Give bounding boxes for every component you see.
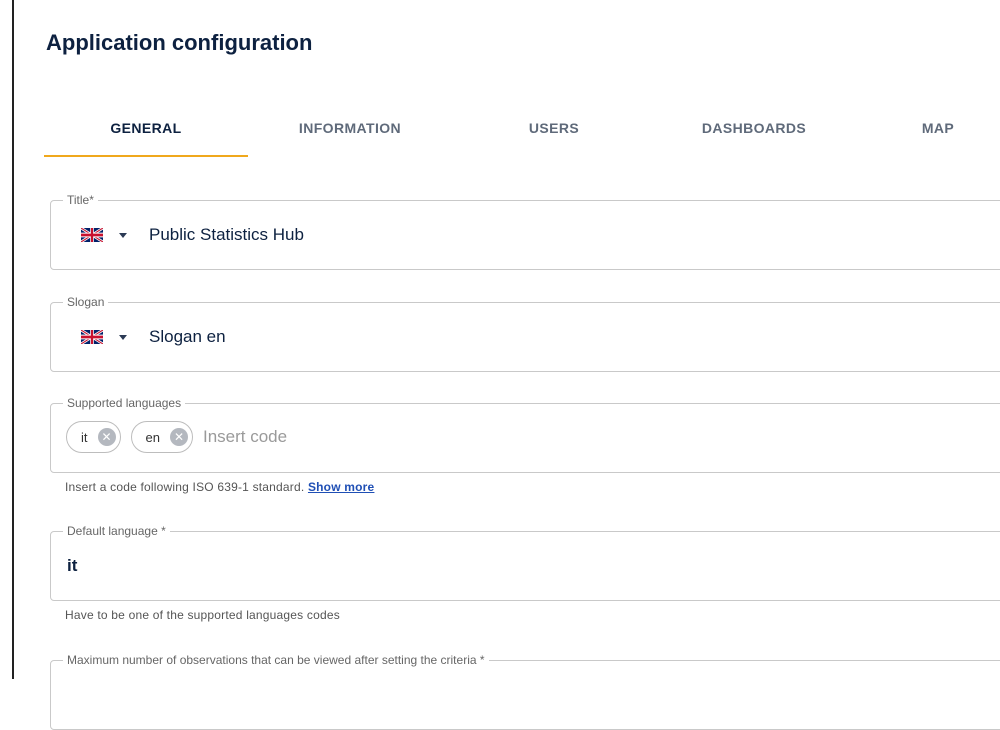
default-language-value[interactable]: it: [67, 556, 77, 576]
language-chip-it[interactable]: it ✕: [66, 421, 121, 453]
slogan-field-label: Slogan: [63, 294, 109, 310]
slogan-value[interactable]: Slogan en: [149, 327, 226, 347]
max-observations-label: Maximum number of observations that can …: [63, 652, 489, 668]
supported-languages-label: Supported languages: [63, 395, 186, 411]
remove-chip-icon[interactable]: ✕: [169, 428, 188, 446]
helper-text: Insert a code following ISO 639-1 standa…: [65, 480, 305, 494]
default-language-field[interactable]: Default language * it: [50, 523, 1000, 601]
chip-label: en: [145, 429, 160, 445]
title-field[interactable]: Title* Public Statistics Hub: [50, 192, 1000, 270]
language-dropdown-icon[interactable]: [119, 334, 127, 340]
max-observations-field[interactable]: Maximum number of observations that can …: [50, 652, 1000, 730]
slogan-field[interactable]: Slogan Slogan en: [50, 294, 1000, 372]
tab-map[interactable]: MAP: [894, 108, 982, 148]
uk-flag-icon[interactable]: [81, 330, 103, 344]
language-chip-en[interactable]: en ✕: [130, 421, 193, 453]
tab-dashboards[interactable]: DASHBOARDS: [654, 108, 854, 148]
active-tab-indicator: [44, 155, 248, 157]
title-value[interactable]: Public Statistics Hub: [149, 225, 304, 245]
default-language-label: Default language *: [63, 523, 170, 539]
chip-label: it: [81, 429, 88, 445]
tab-general[interactable]: GENERAL: [44, 108, 248, 148]
supported-languages-helper: Insert a code following ISO 639-1 standa…: [65, 480, 374, 494]
tab-information[interactable]: INFORMATION: [248, 108, 452, 148]
title-field-label: Title*: [63, 192, 98, 208]
page-title: Application configuration: [46, 30, 313, 55]
insert-code-input[interactable]: [202, 427, 403, 447]
supported-languages-field[interactable]: Supported languages it ✕ en ✕: [50, 395, 1000, 473]
default-language-helper: Have to be one of the supported language…: [65, 608, 340, 622]
remove-chip-icon[interactable]: ✕: [97, 428, 116, 446]
tab-users[interactable]: USERS: [464, 108, 644, 148]
left-border: [12, 0, 14, 679]
uk-flag-icon[interactable]: [81, 228, 103, 242]
show-more-link[interactable]: Show more: [308, 480, 374, 494]
tab-bar: GENERAL INFORMATION USERS DASHBOARDS MAP: [44, 108, 1000, 158]
language-dropdown-icon[interactable]: [119, 232, 127, 238]
